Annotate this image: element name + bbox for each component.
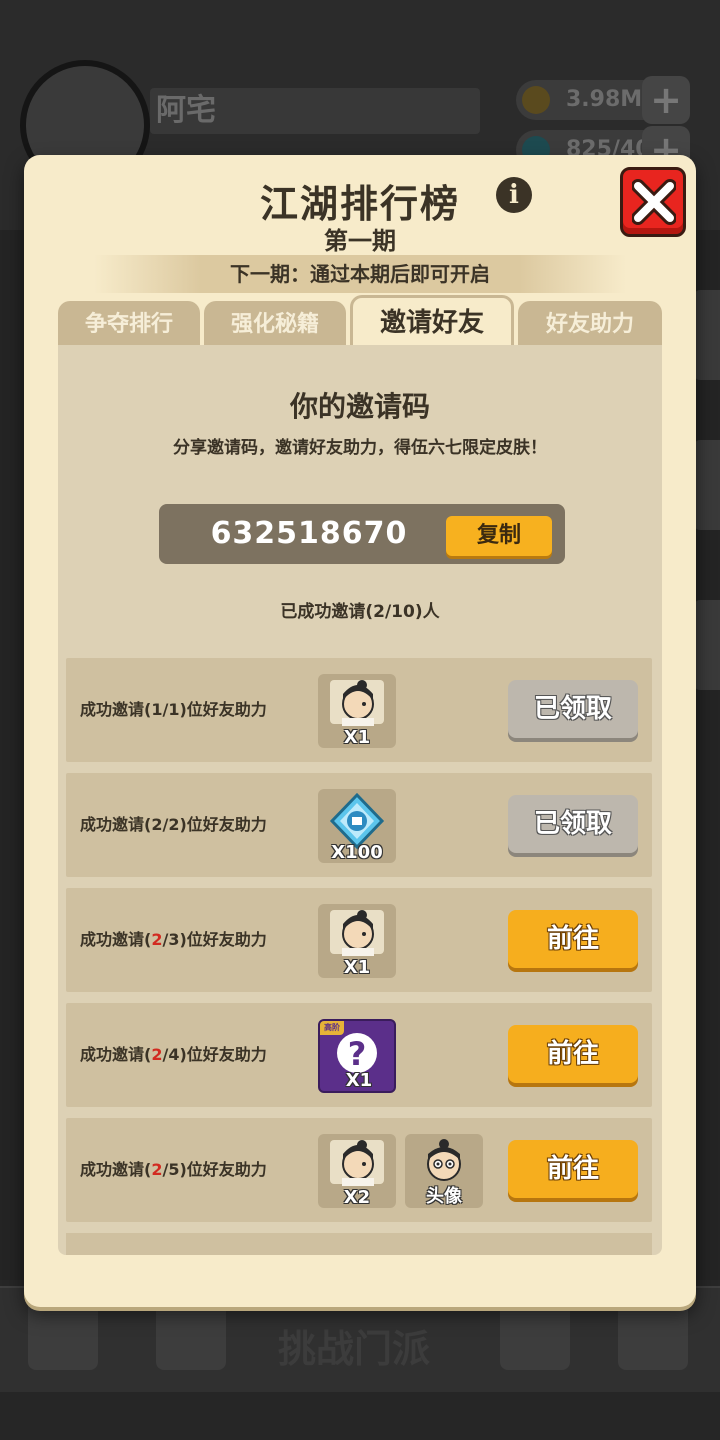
bottom-tab-icon [156,1300,226,1370]
reward-condition: 成功邀请(2/3)位好友助力 [80,930,267,949]
coin-value: 3.98M [566,87,643,112]
reward-row: 成功邀请(2/3)位好友助力 X1 前往 [66,888,652,992]
add-coins-button: + [642,76,690,124]
bottom-tab-icon [500,1300,570,1370]
svg-text:?: ? [348,1035,367,1073]
reward-qty: 头像 [426,1186,462,1207]
invite-code-box: 632518670 复制 [159,504,565,564]
close-icon [632,179,676,225]
reward-item-multiplier-diamond[interactable]: X100 [318,789,396,863]
bottom-tab-icon [618,1300,688,1370]
reward-condition: 成功邀请(2/4)位好友助力 [80,1045,267,1064]
coin-icon [522,86,550,114]
go-button[interactable]: 前往 [508,910,638,968]
reward-condition: 成功邀请(2/5)位好友助力 [80,1160,267,1179]
reward-condition: 成功邀请(2/2)位好友助力 [80,815,267,834]
tab-compete-ranking[interactable]: 争夺排行 [58,301,200,347]
invite-description: 分享邀请码，邀请好友助力，得伍六七限定皮肤！ [173,438,547,458]
reward-row: 成功邀请(2/2)位好友助力 X100 已领取 [66,773,652,877]
reward-qty: X1 [343,957,371,978]
invited-count: 已成功邀请(2/10)人 [280,602,440,622]
reward-item-mystery-box[interactable]: 高阶 ? X1 [318,1019,396,1093]
reward-row: 成功邀请(2/5)位好友助力 X2 头像 前往 [66,1118,652,1222]
reward-condition: 成功邀请(1/1)位好友助力 [80,700,267,719]
bottom-tab-icon [28,1300,98,1370]
modal-title: 江湖排行榜 [259,182,460,226]
tab-invite-friends[interactable]: 邀请好友 [350,295,514,347]
reward-row: 成功邀请(2/4)位好友助力 高阶 ? X1 前往 [66,1003,652,1107]
reward-item-character-card[interactable]: X1 [318,674,396,748]
next-period-banner: 下一期：通过本期后即可开启 [94,255,626,293]
reward-qty: X1 [345,1070,373,1091]
coin-counter: 3.98M + [516,76,690,124]
go-button[interactable]: 前往 [508,1025,638,1083]
reward-row: 成功邀请(1/1)位好友助力 X1 已领取 [66,658,652,762]
side-button [694,290,720,380]
challenge-sect-label: 挑战门派 [278,1327,431,1371]
tab-enhance-manual[interactable]: 强化秘籍 [204,301,346,347]
side-button [694,600,720,690]
player-name: 阿宅 [150,88,480,134]
tab-friend-help[interactable]: 好友助力 [518,301,662,347]
period-label: 第一期 [324,227,396,255]
reward-qty: X2 [343,1187,371,1208]
reward-qty: X100 [331,842,383,863]
invite-code-title: 你的邀请码 [289,390,430,423]
reward-item-character-card[interactable]: X1 [318,904,396,978]
ranking-modal: 江湖排行榜 i 第一期 下一期：通过本期后即可开启 争夺排行 强化秘籍 邀请好友… [24,155,696,1307]
invite-panel: 你的邀请码 分享邀请码，邀请好友助力，得伍六七限定皮肤！ 632518670 复… [58,345,662,1255]
copy-button[interactable]: 复制 [446,516,552,556]
invite-code-value: 632518670 [210,516,408,551]
claimed-button[interactable]: 已领取 [508,680,638,738]
reward-item-avatar-frame[interactable]: 头像 [405,1134,483,1208]
reward-item-character-card[interactable]: X2 [318,1134,396,1208]
system-nav-bar [0,1392,720,1440]
reward-qty: X1 [343,727,371,748]
side-button [694,440,720,530]
info-icon[interactable]: i [496,177,532,213]
go-button[interactable]: 前往 [508,1140,638,1198]
claimed-button[interactable]: 已领取 [508,795,638,853]
reward-row-partial [66,1233,652,1255]
